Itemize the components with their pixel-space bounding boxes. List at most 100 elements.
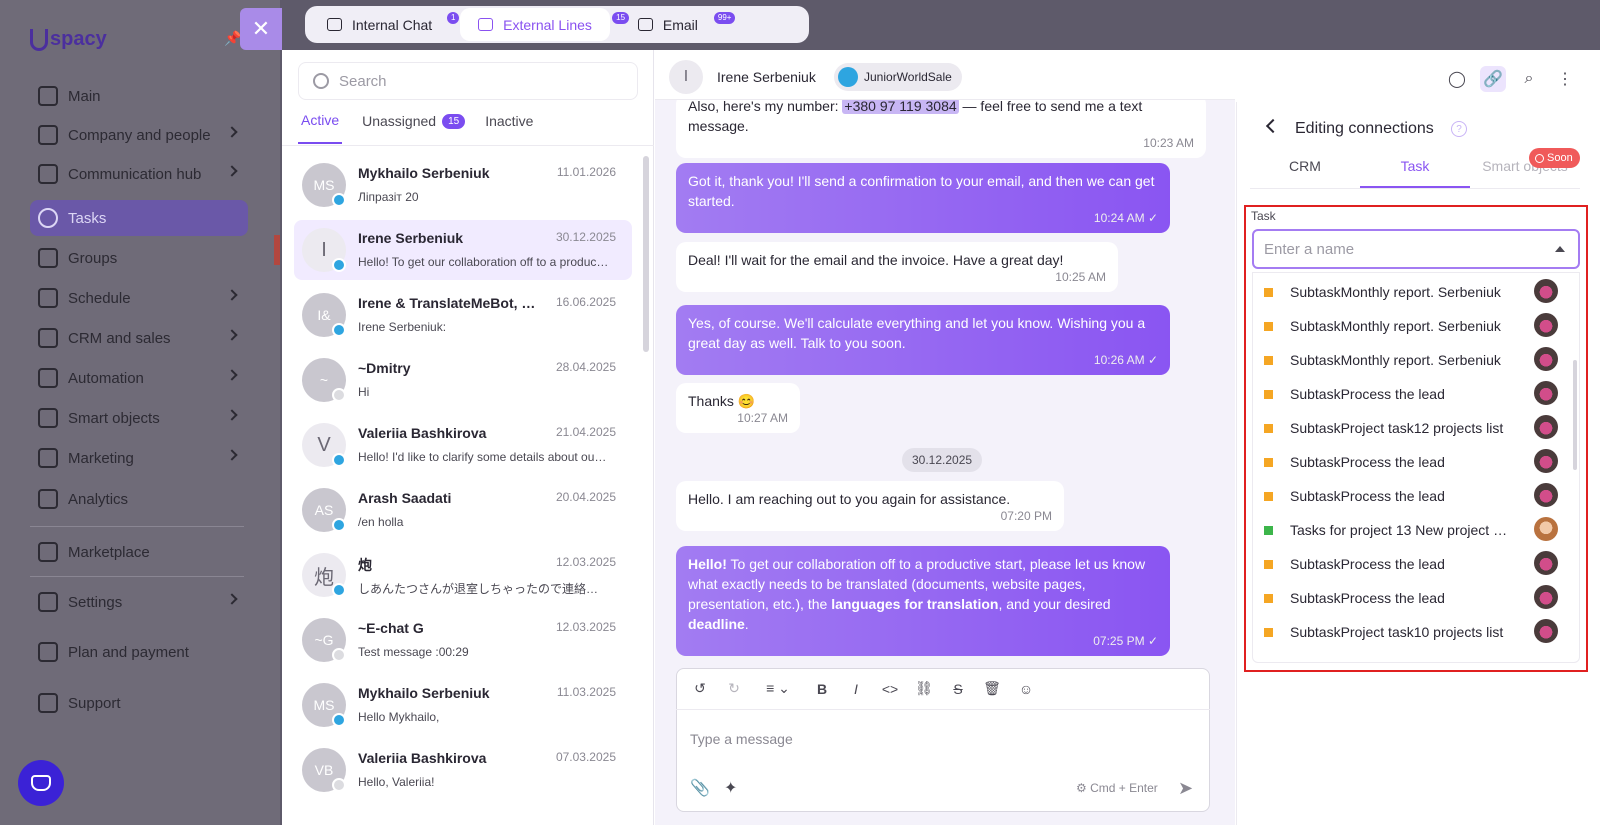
filter-inactive[interactable]: Inactive bbox=[485, 112, 533, 144]
task-option[interactable]: SubtaskMonthly report. Serbeniuk bbox=[1264, 343, 1564, 377]
chat-list-item[interactable]: ~G ~E-chat G 12.03.2025 Test message :00:29 bbox=[294, 610, 632, 670]
sidebar-item-crm-and-sales[interactable]: CRM and sales bbox=[30, 320, 248, 356]
chat-date: 30.12.2025 bbox=[555, 230, 616, 244]
chat-icon bbox=[38, 164, 58, 184]
search-messages-button[interactable]: ⌕ bbox=[1516, 66, 1542, 92]
sticker-icon[interactable]: ✦ bbox=[724, 778, 737, 798]
task-option[interactable]: SubtaskProcess the lead bbox=[1264, 581, 1564, 615]
attachment-icon[interactable]: 📎 bbox=[690, 778, 710, 798]
chat-list-item[interactable]: ~ ~Dmitry 28.04.2025 Hi bbox=[294, 350, 632, 410]
task-option[interactable]: SubtaskProject task12 projects list bbox=[1264, 411, 1564, 445]
filter-label: Unassigned bbox=[362, 113, 437, 129]
sidebar-item-plan-and-payment[interactable]: Plan and payment bbox=[30, 634, 248, 670]
undo-icon[interactable]: ↺ bbox=[690, 680, 710, 697]
tab-task[interactable]: Task bbox=[1360, 158, 1470, 188]
channel-chip[interactable]: JuniorWorldSale bbox=[834, 63, 962, 91]
sidebar-item-settings[interactable]: Settings bbox=[30, 584, 248, 620]
support-chat-button[interactable] bbox=[18, 760, 64, 806]
chat-name: Mykhailo Serbeniuk bbox=[358, 685, 490, 701]
filter-active[interactable]: Active bbox=[298, 112, 343, 144]
tab-internal-chat[interactable]: Internal Chat 1 bbox=[309, 8, 460, 41]
chat-list-item[interactable]: V Valeriia Bashkirova 21.04.2025 Hello! I'd… bbox=[294, 415, 632, 475]
close-panel-button[interactable]: ✕ bbox=[240, 8, 282, 50]
sidebar-item-analytics[interactable]: Analytics bbox=[30, 481, 248, 517]
complete-chat-button[interactable]: ◯ bbox=[1444, 66, 1470, 92]
more-options-button[interactable]: ⋮ bbox=[1552, 66, 1578, 92]
redo-icon[interactable]: ↻ bbox=[724, 680, 744, 697]
chat-list-item[interactable]: I&Irene & TranslateMeBot, Serbeniuk16.06… bbox=[294, 285, 632, 345]
send-button[interactable]: ➤ bbox=[1178, 778, 1193, 799]
status-square-icon bbox=[1264, 424, 1273, 433]
sidebar-item-smart-objects[interactable]: Smart objects bbox=[30, 400, 248, 436]
task-option[interactable]: SubtaskProject task10 projects list bbox=[1264, 615, 1564, 649]
chat-list-item[interactable]: MS Mykhailo Serbeniuk 11.03.2025 Hello Mykh… bbox=[294, 675, 632, 735]
filter-unassigned[interactable]: Unassigned 15 bbox=[362, 112, 466, 144]
chevron-right-icon bbox=[226, 449, 238, 461]
help-icon[interactable]: ? bbox=[1451, 121, 1467, 137]
task-option[interactable]: SubtaskProcess the lead bbox=[1264, 445, 1564, 479]
task-title: SubtaskProject task10 projects list bbox=[1290, 624, 1504, 640]
message-input[interactable] bbox=[690, 728, 1190, 750]
check-circle-icon bbox=[38, 208, 58, 228]
sidebar-item-tasks[interactable]: Tasks bbox=[30, 200, 248, 236]
align-dropdown-icon[interactable]: ≡ ⌄ bbox=[758, 680, 798, 697]
help-icon bbox=[38, 693, 58, 713]
app-logo[interactable]: spacy bbox=[30, 28, 107, 51]
sidebar-item-schedule[interactable]: Schedule bbox=[30, 280, 248, 316]
task-title: Tasks for project 13 New project plan bbox=[1290, 522, 1510, 538]
code-icon[interactable]: <> bbox=[880, 681, 900, 697]
avatar bbox=[1534, 415, 1558, 439]
sidebar-item-company-and-people[interactable]: Company and people bbox=[30, 117, 248, 153]
sidebar-item-groups[interactable]: Groups bbox=[30, 240, 248, 276]
telegram-icon bbox=[332, 583, 346, 597]
italic-icon[interactable]: I bbox=[846, 681, 866, 697]
phone-number-highlight[interactable]: +380 97 119 3084 bbox=[842, 98, 959, 114]
connections-button[interactable]: 🔗 bbox=[1480, 66, 1506, 92]
scan-icon bbox=[38, 408, 58, 428]
sidebar-item-support[interactable]: Support bbox=[30, 685, 248, 721]
message-text: Also, here's my number: bbox=[688, 98, 843, 114]
tab-email[interactable]: Email 99+ bbox=[620, 8, 736, 41]
clear-format-icon[interactable]: 🗑 bbox=[982, 680, 1002, 697]
chat-list-item-selected[interactable]: I Irene Serbeniuk 30.12.2025 Hello! To get … bbox=[294, 220, 632, 280]
task-list-scrollbar[interactable] bbox=[1573, 360, 1577, 470]
task-option[interactable]: SubtaskProcess the lead bbox=[1264, 479, 1564, 513]
tab-crm[interactable]: CRM bbox=[1250, 158, 1360, 188]
message-time: 10:26 AM ✓ bbox=[1094, 350, 1158, 370]
message-time-text: 10:24 AM bbox=[1093, 211, 1145, 225]
task-option[interactable]: SubtaskMonthly report. Serbeniuk bbox=[1264, 309, 1564, 343]
bold-icon[interactable]: B bbox=[812, 681, 832, 697]
task-option[interactable]: SubtaskProcess the lead bbox=[1264, 377, 1564, 411]
chat-search[interactable]: Search bbox=[298, 62, 638, 100]
chat-list-item[interactable]: VB Valeriia Bashkirova 07.03.2025 Hello, Va… bbox=[294, 740, 632, 800]
pin-icon[interactable]: 📌 bbox=[224, 30, 241, 46]
gear-icon: ⚙ bbox=[1076, 781, 1091, 795]
link-icon[interactable]: ⛓ bbox=[914, 680, 934, 697]
sidebar-item-automation[interactable]: Automation bbox=[30, 360, 248, 396]
task-option[interactable]: Tasks for project 13 New project plan bbox=[1264, 513, 1564, 547]
tab-external-lines[interactable]: External Lines 15 bbox=[460, 8, 630, 41]
strikethrough-icon[interactable]: S bbox=[948, 681, 968, 697]
chat-list-item[interactable]: 炮炮12.03.2025しあんたつさんが退室しちゃったので連絡が取れません bbox=[294, 545, 632, 605]
contact-avatar[interactable]: I bbox=[669, 60, 703, 94]
chat-list-item[interactable]: MS Mykhailo Serbeniuk 11.01.2026 Ліпразіт 2… bbox=[294, 155, 632, 215]
chat-preview: Hello, Valeriia! bbox=[358, 775, 435, 789]
calendar-icon bbox=[38, 288, 58, 308]
contact-name[interactable]: Irene Serbeniuk bbox=[717, 69, 816, 85]
task-option[interactable]: SubtaskMonthly report. Serbeniuk bbox=[1264, 275, 1564, 309]
send-shortcut-setting[interactable]: ⚙ Cmd + Enter bbox=[1076, 781, 1158, 795]
message-outgoing: Got it, thank you! I'll send a confirmat… bbox=[676, 163, 1170, 233]
task-option[interactable]: SubtaskProcess the lead bbox=[1264, 547, 1564, 581]
close-icon: ✕ bbox=[251, 16, 271, 41]
chat-list-item[interactable]: AS Arash Saadati 20.04.2025/en holla bbox=[294, 480, 632, 540]
sidebar-item-marketplace[interactable]: Marketplace bbox=[30, 534, 248, 570]
task-name-input[interactable] bbox=[1252, 229, 1580, 269]
sidebar-item-main[interactable]: Main bbox=[30, 78, 248, 114]
chevron-up-icon[interactable] bbox=[1555, 246, 1565, 252]
chat-list-scrollbar[interactable] bbox=[643, 156, 649, 352]
sidebar-item-marketing[interactable]: Marketing bbox=[30, 440, 248, 476]
sidebar-item-communication-hub[interactable]: Communication hub bbox=[30, 156, 248, 192]
emoji-icon[interactable]: ☺ bbox=[1016, 681, 1036, 697]
tab-label: External Lines bbox=[503, 16, 592, 33]
telegram-icon bbox=[838, 67, 858, 87]
